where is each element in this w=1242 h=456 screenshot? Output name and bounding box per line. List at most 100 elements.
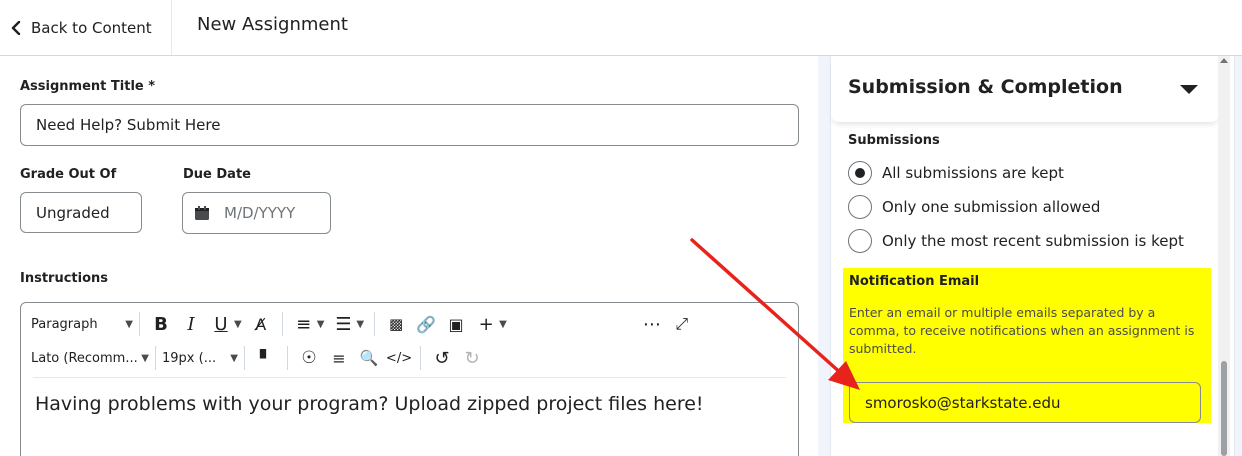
grade-out-of-label: Grade Out Of bbox=[20, 167, 117, 182]
radio-label: Only one submission allowed bbox=[882, 198, 1101, 216]
assignment-title-label: Assignment Title * bbox=[20, 79, 156, 94]
list-button[interactable]: ☰ ▼ bbox=[332, 310, 364, 338]
chevron-down-icon: ▼ bbox=[499, 318, 507, 330]
page-title: New Assignment bbox=[197, 14, 348, 35]
toolbar-content-divider bbox=[33, 377, 786, 378]
font-size-select[interactable]: 19px (... ▼ bbox=[162, 344, 238, 372]
image-icon: ▣ bbox=[448, 314, 464, 334]
toolbar-divider bbox=[374, 312, 376, 336]
calendar-icon bbox=[195, 206, 209, 220]
due-date-placeholder: M/D/YYYY bbox=[224, 204, 296, 222]
more-actions-button[interactable]: ⋯ bbox=[641, 310, 663, 338]
instructions-label: Instructions bbox=[20, 271, 109, 286]
font-size-value: 19px (... bbox=[162, 350, 217, 366]
source-code-button[interactable]: </> bbox=[385, 344, 413, 372]
submissions-label: Submissions bbox=[848, 133, 940, 148]
toolbar-divider bbox=[287, 346, 288, 370]
fullscreen-button[interactable]: ⤢ bbox=[671, 310, 693, 338]
font-family-value: Lato (Recomm... bbox=[31, 350, 138, 366]
link-icon: 🔗 bbox=[416, 314, 437, 334]
back-label: Back to Content bbox=[31, 18, 152, 37]
undo-icon: ↺ bbox=[434, 347, 450, 369]
redo-button[interactable]: ↻ bbox=[461, 344, 483, 372]
accessibility-icon: ☉ bbox=[301, 348, 317, 368]
back-to-content-link[interactable]: Back to Content bbox=[0, 0, 172, 55]
list-icon: ☰ bbox=[335, 313, 352, 335]
submission-completion-header[interactable]: Submission & Completion bbox=[831, 56, 1219, 122]
radio-option-most-recent[interactable]: Only the most recent submission is kept bbox=[848, 229, 1184, 253]
due-date-input[interactable]: M/D/YYYY bbox=[182, 192, 331, 234]
toolbar-divider bbox=[420, 346, 421, 370]
editor-content[interactable]: Having problems with your program? Uploa… bbox=[35, 393, 704, 415]
radio-button[interactable] bbox=[848, 195, 872, 219]
assignment-form: Assignment Title * Need Help? Submit Her… bbox=[0, 56, 818, 456]
collapse-caret-icon[interactable] bbox=[1180, 85, 1198, 94]
chevron-down-icon: ▼ bbox=[125, 318, 133, 330]
source-code-icon: </> bbox=[385, 350, 413, 366]
toolbar-row-1: Paragraph ▼ B I U ▼ A̸ ≡ ▼ ☰ ▼ ▩ 🔗 ▣ + ▼ ⋯ ⤢ bbox=[31, 307, 697, 341]
radio-option-all-kept[interactable]: All submissions are kept bbox=[848, 161, 1064, 185]
align-button[interactable]: ≡ ▼ bbox=[293, 310, 325, 338]
block-format-select[interactable]: Paragraph ▼ bbox=[31, 310, 133, 338]
toolbar-row-2: Lato (Recomm... ▼ 19px (... ▼ ▘ ☉ ≡ 🔍 </… bbox=[31, 341, 487, 375]
word-count-icon: ≡ bbox=[332, 348, 346, 368]
insert-plus-button[interactable]: + ▼ bbox=[475, 310, 507, 338]
notification-email-section: Notification Email Enter an email or mul… bbox=[843, 268, 1211, 423]
font-family-select[interactable]: Lato (Recomm... ▼ bbox=[31, 344, 149, 372]
format-icon: A̸ bbox=[255, 314, 267, 334]
toolbar-divider bbox=[139, 312, 140, 336]
insert-stuff-icon: ▩ bbox=[389, 315, 404, 333]
radio-selected-dot bbox=[855, 168, 865, 178]
notification-email-description: Enter an email or multiple emails separa… bbox=[849, 305, 1195, 356]
notification-email-label: Notification Email bbox=[849, 274, 980, 289]
insert-stuff-button[interactable]: ▩ bbox=[385, 310, 407, 338]
more-icon: ⋯ bbox=[642, 313, 661, 335]
sidebar: Submission & Completion Submissions All … bbox=[818, 56, 1242, 456]
scroll-up-arrow-icon[interactable] bbox=[1220, 58, 1228, 63]
align-icon: ≡ bbox=[296, 313, 312, 335]
bold-button[interactable]: B bbox=[150, 310, 172, 338]
radio-label: Only the most recent submission is kept bbox=[882, 232, 1184, 250]
find-replace-button[interactable]: 🔍 bbox=[358, 344, 380, 372]
chevron-down-icon: ▼ bbox=[230, 352, 238, 364]
italic-button[interactable]: I bbox=[180, 310, 202, 338]
format-painter-icon: ▘ bbox=[259, 348, 273, 368]
image-button[interactable]: ▣ bbox=[445, 310, 467, 338]
link-button[interactable]: 🔗 bbox=[415, 310, 437, 338]
accessibility-button[interactable]: ☉ bbox=[298, 344, 320, 372]
due-date-label: Due Date bbox=[183, 167, 251, 182]
chevron-down-icon: ▼ bbox=[316, 318, 325, 330]
toolbar-divider bbox=[244, 346, 245, 370]
fullscreen-icon: ⤢ bbox=[675, 314, 689, 333]
notification-email-input[interactable]: smorosko@starkstate.edu bbox=[849, 382, 1201, 423]
plus-icon: + bbox=[478, 313, 494, 335]
chevron-down-icon: ▼ bbox=[141, 352, 149, 364]
submission-completion-panel: Submission & Completion Submissions All … bbox=[830, 56, 1235, 456]
top-bar: Back to Content New Assignment bbox=[0, 0, 1242, 56]
radio-button[interactable] bbox=[848, 161, 872, 185]
assignment-title-input[interactable]: Need Help? Submit Here bbox=[20, 104, 799, 146]
sidebar-scrollbar[interactable] bbox=[1218, 56, 1230, 456]
toolbar-divider bbox=[155, 346, 156, 370]
radio-button[interactable] bbox=[848, 229, 872, 253]
bold-icon: B bbox=[154, 313, 168, 335]
toolbar-divider bbox=[281, 312, 283, 336]
undo-button[interactable]: ↺ bbox=[431, 344, 453, 372]
underline-icon: U bbox=[214, 313, 228, 335]
scrollbar-thumb[interactable] bbox=[1221, 361, 1227, 456]
chevron-left-icon bbox=[11, 20, 21, 35]
section-title: Submission & Completion bbox=[848, 76, 1123, 98]
find-replace-icon: 🔍 bbox=[359, 349, 379, 367]
underline-button[interactable]: U ▼ bbox=[210, 310, 241, 338]
grade-out-of-input[interactable]: Ungraded bbox=[20, 192, 142, 233]
radio-option-one-allowed[interactable]: Only one submission allowed bbox=[848, 195, 1100, 219]
text-format-button[interactable]: A̸ bbox=[250, 310, 272, 338]
block-format-value: Paragraph bbox=[31, 316, 98, 332]
format-painter-button[interactable]: ▘ bbox=[255, 344, 277, 372]
chevron-down-icon: ▼ bbox=[356, 318, 365, 330]
redo-icon: ↻ bbox=[464, 347, 480, 369]
instructions-editor[interactable]: Paragraph ▼ B I U ▼ A̸ ≡ ▼ ☰ ▼ ▩ 🔗 ▣ + ▼ ⋯ ⤢… bbox=[20, 302, 799, 456]
word-count-button[interactable]: ≡ bbox=[328, 344, 350, 372]
radio-label: All submissions are kept bbox=[882, 164, 1064, 182]
italic-icon: I bbox=[187, 313, 195, 335]
